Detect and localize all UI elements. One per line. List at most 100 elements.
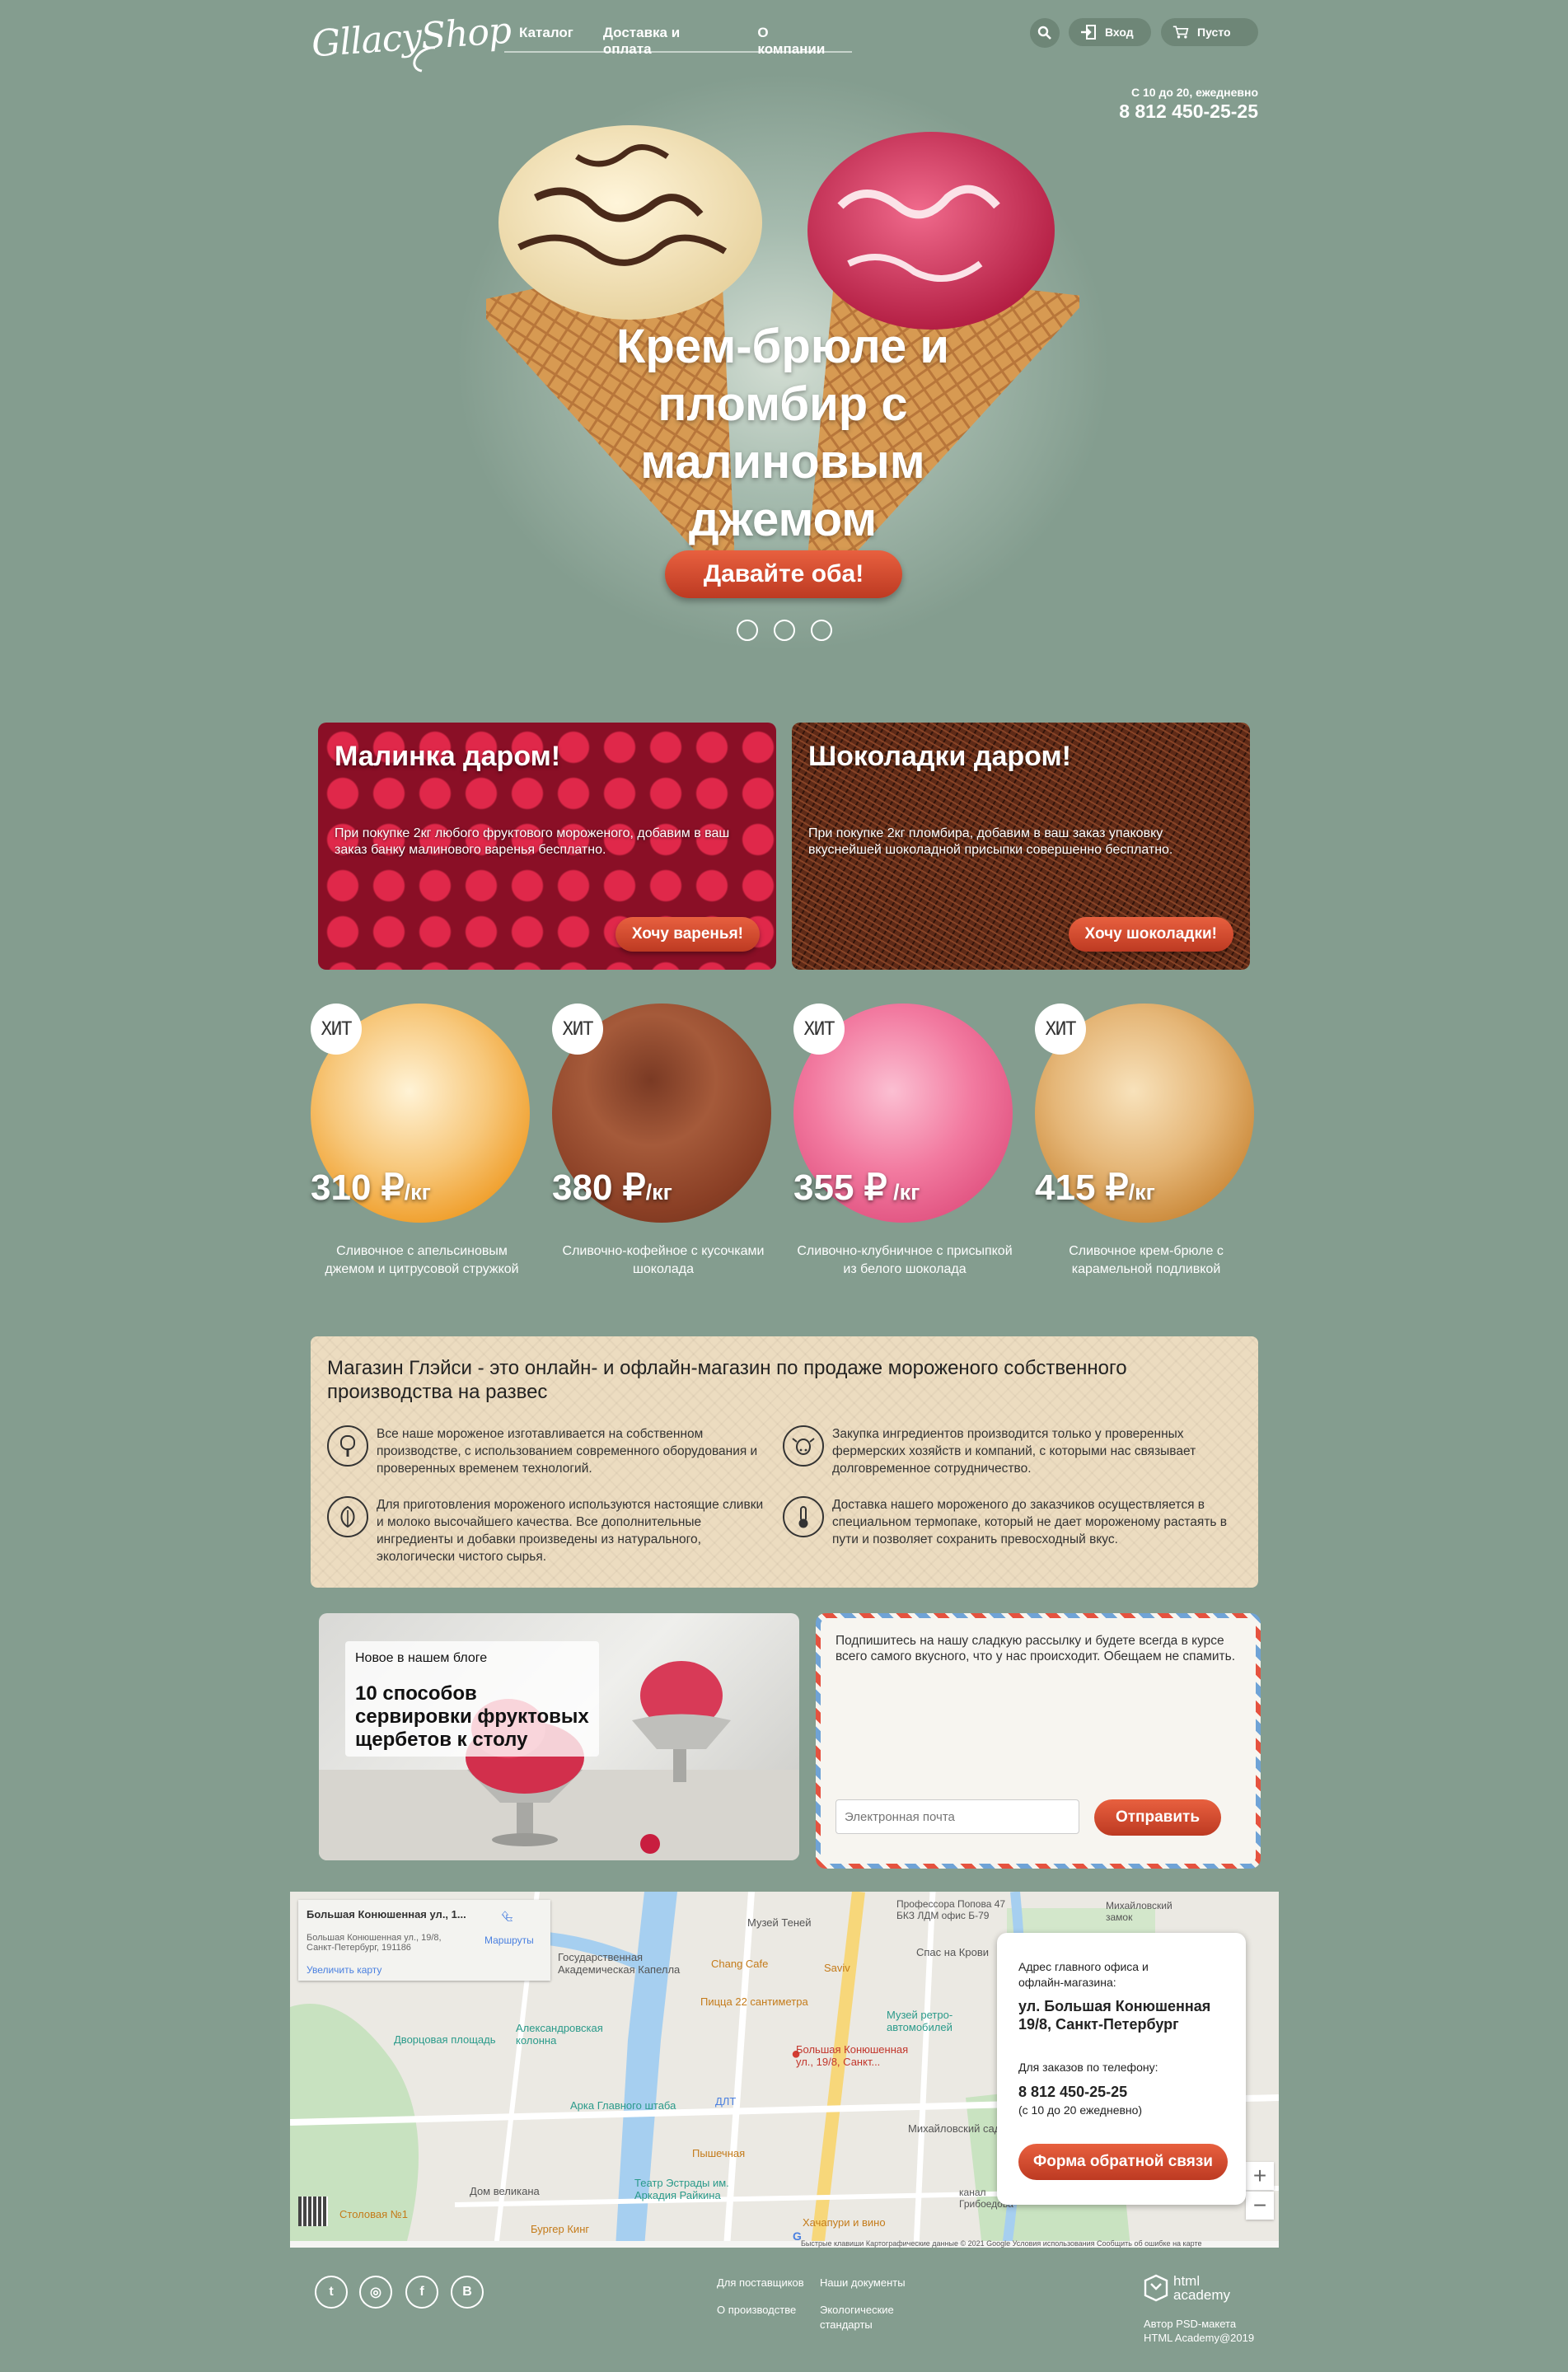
subscribe-button[interactable]: Отправить [1094, 1799, 1221, 1836]
footer-link-documents[interactable]: Наши документы [820, 2276, 906, 2290]
slider-dot-2[interactable] [774, 620, 795, 641]
promo-raspberry-title: Малинка даром! [335, 741, 561, 772]
map-label: Дворцовая площадь [394, 2033, 496, 2046]
map-label: Дом великана [470, 2185, 540, 2197]
promo-raspberry-button[interactable]: Хочу варенья! [615, 917, 760, 952]
search-icon [1037, 26, 1051, 40]
promo-chocolate: Шоколадки даром! При покупке 2кг пломбир… [792, 723, 1250, 970]
product-price: 355 ₽ /кг [793, 1167, 920, 1208]
map-label: Театр Эстрады им. Аркадия Райкина [634, 2177, 729, 2201]
contact-phone-label: Для заказов по телефону: [1018, 2061, 1158, 2074]
thermometer-icon [783, 1496, 824, 1537]
feature-text: Для приготовления мороженого используютс… [377, 1498, 764, 1564]
map-routes-link[interactable]: Маршруты [484, 1935, 534, 1946]
blog-card[interactable]: Новое в нашем блоге 10 способов сервиров… [319, 1613, 799, 1860]
contact-phone[interactable]: 8 812 450-25-25 [1018, 2083, 1127, 2101]
hero-title: Крем-брюле и пломбир с малиновым джемом [616, 320, 949, 546]
feedback-button[interactable]: Форма обратной связи [1018, 2144, 1228, 2180]
product-description: Сливочно-клубничное с присыпкой из белог… [797, 1244, 1013, 1276]
instagram-icon[interactable]: ◎ [359, 2276, 392, 2309]
contact-hours: (с 10 до 20 ежедневно) [1018, 2103, 1143, 2117]
map-label: Chang Cafe [711, 1958, 769, 1970]
hit-badge: ХИТ [311, 1004, 362, 1055]
promo-chocolate-title: Шоколадки даром! [808, 741, 1071, 772]
map-label: Хачапури и вино [803, 2216, 886, 2229]
product-price: 380 ₽/кг [552, 1167, 672, 1208]
facebook-icon[interactable]: f [405, 2276, 438, 2309]
map-label: Профессора Попова 47 БКЗ ЛДМ офис Б-79 [896, 1898, 1006, 1921]
zoom-out-button[interactable]: − [1246, 2192, 1274, 2220]
footer-link-production[interactable]: О производстве [717, 2303, 796, 2318]
search-button[interactable] [1030, 18, 1060, 48]
map-label: Михайловский сад [908, 2122, 1001, 2135]
subscribe-form: Подпишитесь на нашу сладкую рассылку и б… [821, 1618, 1256, 1864]
directions-icon[interactable]: ⮴ [486, 1908, 527, 1925]
main-nav: Каталог Доставка и оплата О компании [504, 18, 852, 57]
blog-overlay: Новое в нашем блоге 10 способов сервиров… [345, 1641, 599, 1757]
logo[interactable]: GllacyShop [311, 10, 513, 66]
cart-button[interactable]: Пусто [1161, 18, 1258, 46]
feature-text: Все наше мороженое изготавливается на со… [377, 1427, 758, 1476]
qr-icon [298, 2197, 328, 2226]
map-enlarge-link[interactable]: Увеличить карту [307, 1964, 381, 1976]
feature-text: Закупка ингредиентов производится только… [832, 1427, 1196, 1476]
product-price: 415 ₽/кг [1035, 1167, 1155, 1208]
product-card[interactable]: ХИТ 415 ₽/кг Сливочное крем-брюле с кара… [1035, 1004, 1257, 1284]
subscribe-text: Подпишитесь на нашу сладкую рассылку и б… [835, 1634, 1235, 1663]
html-academy-logo-icon [1144, 2274, 1168, 2302]
html-academy-logo[interactable]: html academy [1173, 2274, 1239, 2302]
cart-icon [1172, 24, 1189, 40]
nav-catalog[interactable]: Каталог [504, 18, 588, 51]
ice-cream-stick-icon [327, 1425, 368, 1467]
map-label: Александровская колонна [516, 2022, 603, 2047]
map-label: Бургер Кинг [531, 2223, 590, 2235]
vkontakte-icon[interactable]: B [451, 2276, 484, 2309]
slider-dot-1[interactable] [737, 620, 758, 641]
map-label: Большая Конюшенная ул., 19/8, Санкт... [796, 2043, 909, 2068]
promo-chocolate-button[interactable]: Хочу шоколадки! [1068, 917, 1233, 952]
contact-address: ул. Большая Конюшенная 19/8, Санкт-Петер… [1018, 1998, 1211, 2033]
twitter-icon[interactable]: t [315, 2276, 348, 2309]
footer-link-suppliers[interactable]: Для поставщиков [717, 2276, 804, 2290]
cart-label: Пусто [1197, 26, 1231, 39]
nav-delivery[interactable]: Доставка и оплата [588, 18, 743, 57]
login-label: Вход [1105, 26, 1134, 39]
leaf-icon [327, 1496, 368, 1537]
about-section: Магазин Глэйси - это онлайн- и офлайн-ма… [311, 1336, 1258, 1588]
map-label: Столовая №1 [339, 2208, 408, 2220]
map-label: Пышечная [692, 2147, 746, 2159]
product-description: Сливочное крем-брюле с карамельной подли… [1069, 1244, 1224, 1276]
blog-title[interactable]: 10 способов сервировки фруктовых щербето… [355, 1682, 594, 1752]
working-hours: С 10 до 20, ежедневно [1130, 86, 1258, 99]
map-label: Арка Главного штаба [570, 2099, 676, 2112]
map-label: Музей Теней [747, 1916, 812, 1929]
contact-address-label: Адрес главного офиса и офлайн-магазина: [1018, 1960, 1149, 1989]
promo-chocolate-text: При покупке 2кг пломбира, добавим в ваш … [808, 826, 1173, 857]
cow-icon [783, 1425, 824, 1467]
login-button[interactable]: Вход [1069, 18, 1151, 46]
email-input[interactable] [835, 1799, 1079, 1834]
about-title: Магазин Глэйси - это онлайн- и офлайн-ма… [327, 1357, 1127, 1403]
map-place-title: Большая Конюшенная ул., 1... [307, 1908, 466, 1921]
promo-raspberry-text: При покупке 2кг любого фруктового мороже… [335, 826, 730, 857]
feature-text: Доставка нашего мороженого до заказчиков… [832, 1498, 1228, 1546]
footer-author: Автор PSD-макета HTML Academy@2019 [1144, 2318, 1255, 2344]
promo-raspberry: Малинка даром! При покупке 2кг любого фр… [318, 723, 776, 970]
hit-badge: ХИТ [552, 1004, 603, 1055]
hero-cta-button[interactable]: Давайте оба! [665, 550, 902, 598]
product-card[interactable]: ХИТ 380 ₽/кг Сливочно-кофейное с кусочка… [552, 1004, 775, 1284]
zoom-in-button[interactable]: + [1246, 2162, 1274, 2190]
slider-dot-3[interactable] [811, 620, 832, 641]
login-icon [1080, 24, 1097, 40]
product-card[interactable]: ХИТ 310 ₽/кг Сливочное с апельсиновым дж… [311, 1004, 533, 1284]
map-label: Saviv [824, 1962, 850, 1974]
product-card[interactable]: ХИТ 355 ₽ /кг Сливочно-клубничное с прис… [793, 1004, 1016, 1284]
map[interactable]: Большая Конюшенная ул., 1... Большая Кон… [290, 1892, 1279, 2248]
footer-link-eco[interactable]: Экологические стандарты [820, 2303, 910, 2332]
product-description: Сливочно-кофейное с кусочками шоколада [562, 1244, 765, 1276]
map-label: ДЛТ [715, 2095, 737, 2108]
map-place-address: Большая Конюшенная ул., 19/8, Санкт-Пете… [307, 1933, 442, 1953]
product-description: Сливочное с апельсиновым джемом и цитрус… [325, 1244, 519, 1276]
nav-about[interactable]: О компании [742, 18, 852, 57]
contact-card: Адрес главного офиса и офлайн-магазина: … [997, 1933, 1246, 2205]
